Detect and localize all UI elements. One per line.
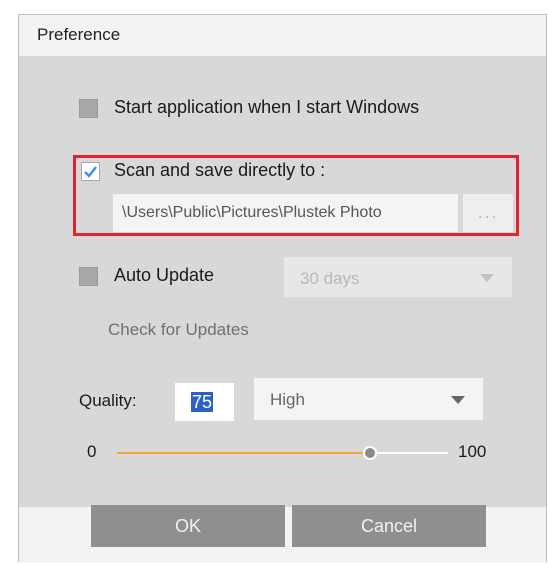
checkmark-icon [84, 166, 97, 178]
update-interval-value: 30 days [300, 269, 360, 288]
scan-save-checkbox[interactable] [81, 162, 100, 181]
quality-slider-track[interactable] [370, 452, 448, 454]
preference-dialog: Preference Start application when I star… [18, 14, 547, 563]
startup-checkbox[interactable] [79, 99, 98, 118]
quality-slider-fill [117, 452, 370, 454]
save-path-field[interactable]: \Users\Public\Pictures\Plustek Photo [113, 194, 458, 232]
title-bar: Preference [19, 15, 546, 56]
ok-button-label: OK [174, 516, 201, 536]
quality-input[interactable]: 75 [175, 383, 234, 421]
slider-min-label: 0 [87, 442, 97, 461]
chevron-down-icon [480, 274, 494, 282]
ok-button[interactable]: OK [91, 505, 285, 547]
save-path-value: \Users\Public\Pictures\Plustek Photo [122, 204, 382, 221]
startup-label: Start application when I start Windows [114, 97, 420, 117]
dialog-title: Preference [37, 25, 121, 44]
quality-preset-value: High [270, 390, 305, 409]
quality-slider-thumb[interactable] [363, 446, 377, 460]
auto-update-checkbox[interactable] [79, 267, 98, 286]
cancel-button[interactable]: Cancel [292, 505, 486, 547]
scan-save-label: Scan and save directly to : [114, 160, 326, 180]
slider-max-label: 100 [458, 442, 487, 461]
chevron-down-icon [451, 396, 465, 404]
update-interval-dropdown[interactable]: 30 days [284, 257, 512, 297]
cancel-button-label: Cancel [360, 516, 418, 536]
auto-update-label: Auto Update [114, 265, 215, 285]
quality-label: Quality: [79, 391, 137, 410]
browse-button[interactable]: ... [463, 194, 513, 232]
quality-value: 75 [191, 392, 214, 412]
browse-label: ... [477, 203, 499, 222]
quality-preset-dropdown[interactable]: High [254, 378, 483, 420]
check-updates-link[interactable]: Check for Updates [108, 320, 249, 340]
